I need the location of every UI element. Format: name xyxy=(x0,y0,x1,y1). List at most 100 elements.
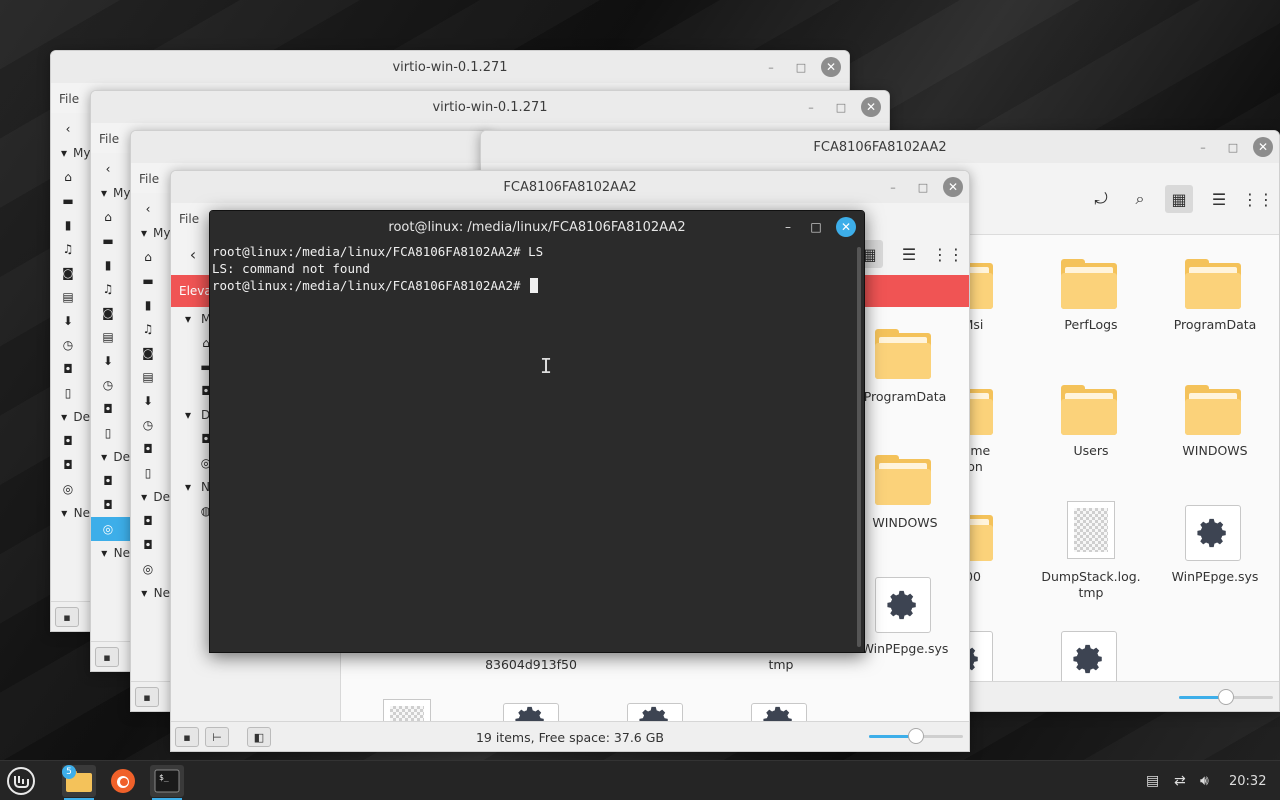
sidebar-item[interactable]: ◙ xyxy=(51,261,90,285)
sidebar-item[interactable]: ◙ xyxy=(91,301,130,325)
folder-icon[interactable] xyxy=(1061,259,1117,309)
back-button[interactable]: ‹ xyxy=(51,117,90,141)
folder-icon[interactable] xyxy=(875,329,931,379)
places-toggle-button[interactable]: ▪ xyxy=(135,687,159,707)
zoom-slider-handle[interactable] xyxy=(908,728,924,744)
system-file-icon[interactable] xyxy=(875,577,931,633)
sidebar-item[interactable]: ◘ xyxy=(91,469,130,493)
folder-icon[interactable] xyxy=(875,455,931,505)
sidebar-header: De xyxy=(73,410,90,424)
sidebar-item[interactable]: ◘ xyxy=(91,397,130,421)
zoom-slider-handle[interactable] xyxy=(1218,689,1234,705)
compact-view-button[interactable]: ⋮⋮ xyxy=(1242,185,1274,213)
folder-icon[interactable] xyxy=(1185,259,1241,309)
minimize-button[interactable]: – xyxy=(780,220,796,234)
compact-view-button[interactable]: ⋮⋮ xyxy=(932,240,964,268)
terminal-scrollbar[interactable] xyxy=(857,247,861,647)
sidebar-item[interactable]: ◘ xyxy=(51,357,90,381)
trash-icon: ▯ xyxy=(104,426,112,440)
sidebar-item-selected[interactable]: ◎ xyxy=(91,517,130,541)
file-label: PerfLogs xyxy=(1064,317,1118,332)
sidebar-item[interactable]: ▯ xyxy=(51,381,90,405)
sidebar-item[interactable]: ◘ xyxy=(131,533,170,557)
sidebar-item[interactable]: ⌂ xyxy=(51,165,90,189)
folder-icon[interactable] xyxy=(1185,385,1241,435)
network-disconnected-icon[interactable]: ⇄ xyxy=(1174,761,1186,800)
sidebar-item[interactable]: ▯ xyxy=(91,421,130,445)
sidebar-item[interactable]: ♫ xyxy=(91,277,130,301)
minimize-button[interactable]: – xyxy=(1193,137,1213,157)
close-button[interactable]: ✕ xyxy=(943,177,963,197)
sidebar-item[interactable]: ▬ xyxy=(51,189,90,213)
sidebar-item[interactable]: ▬ xyxy=(91,229,130,253)
clock[interactable]: 20:32 xyxy=(1229,761,1266,800)
sidebar-item[interactable]: ▬ xyxy=(131,269,170,293)
system-file-icon[interactable] xyxy=(1185,505,1241,561)
drive-icon: ◘ xyxy=(103,474,113,488)
places-toggle-button[interactable]: ▪ xyxy=(55,607,79,627)
sidebar-item[interactable]: ▮ xyxy=(91,253,130,277)
sidebar-item[interactable]: ⬇ xyxy=(91,349,130,373)
notes-icon[interactable]: ▤ xyxy=(1146,761,1159,800)
back-button[interactable]: ‹ xyxy=(91,157,130,181)
close-button[interactable]: ✕ xyxy=(821,57,841,77)
file-label: WinPEpge.sys xyxy=(1171,569,1259,584)
disc-icon: ◎ xyxy=(142,562,154,576)
search-icon[interactable]: ⌕ xyxy=(1126,185,1154,213)
menu-button[interactable] xyxy=(4,765,38,797)
maximize-button[interactable]: □ xyxy=(808,220,824,234)
maximize-button[interactable]: □ xyxy=(831,97,851,117)
sidebar-item[interactable]: ◷ xyxy=(91,373,130,397)
sidebar-item[interactable]: ♫ xyxy=(51,237,90,261)
close-button[interactable]: ✕ xyxy=(836,217,856,237)
places-toggle-button[interactable]: ▪ xyxy=(95,647,119,667)
sidebar-item[interactable]: ▯ xyxy=(131,461,170,485)
sidebar-item[interactable]: ▮ xyxy=(51,213,90,237)
sidebar-item[interactable]: ◘ xyxy=(131,509,170,533)
list-view-button[interactable]: ☰ xyxy=(1205,185,1233,213)
sidebar-item[interactable]: ▤ xyxy=(91,325,130,349)
terminal-window[interactable]: root@linux: /media/linux/FCA8106FA8102AA… xyxy=(209,210,865,653)
sidebar-item[interactable]: ⬇ xyxy=(51,309,90,333)
back-button[interactable]: ‹ xyxy=(179,240,207,268)
taskbar-files[interactable]: 5 xyxy=(62,765,96,800)
sidebar-item[interactable]: ◙ xyxy=(131,341,170,365)
minimize-button[interactable]: – xyxy=(761,57,781,77)
sidebar-item[interactable]: ◷ xyxy=(51,333,90,357)
sidebar-item[interactable]: ◘ xyxy=(51,429,90,453)
download-icon: ⬇ xyxy=(142,394,154,408)
back-button[interactable]: ‹ xyxy=(131,197,170,221)
sidebar-item[interactable]: ◘ xyxy=(51,453,90,477)
close-button[interactable]: ✕ xyxy=(861,97,881,117)
system-file-icon[interactable] xyxy=(1061,631,1117,687)
maximize-button[interactable]: □ xyxy=(1223,137,1243,157)
sidebar-item[interactable]: ▮ xyxy=(131,293,170,317)
icon-view-button[interactable]: ▦ xyxy=(1165,185,1193,213)
sidebar-item[interactable]: ♫ xyxy=(131,317,170,341)
sidebar-item[interactable]: ⌂ xyxy=(91,205,130,229)
sidebar-item[interactable]: ◷ xyxy=(131,413,170,437)
mouse-ibeam-cursor-icon: I xyxy=(540,354,553,378)
taskbar-firefox[interactable] xyxy=(106,765,140,797)
sidebar-item[interactable]: ▤ xyxy=(51,285,90,309)
sidebar-item[interactable]: ⌂ xyxy=(131,245,170,269)
document-icon: ▮ xyxy=(64,218,72,232)
open-terminal-icon[interactable]: ⤾ xyxy=(1087,185,1115,213)
minimize-button[interactable]: – xyxy=(801,97,821,117)
taskbar-terminal[interactable]: $_ xyxy=(150,765,184,800)
list-view-button[interactable]: ☰ xyxy=(895,240,923,268)
minimize-button[interactable]: – xyxy=(883,177,903,197)
sidebar-item[interactable]: ◘ xyxy=(131,437,170,461)
sidebar-item[interactable]: ▤ xyxy=(131,365,170,389)
maximize-button[interactable]: □ xyxy=(913,177,933,197)
close-button[interactable]: ✕ xyxy=(1253,137,1273,157)
volume-icon[interactable]: 🔊︎ xyxy=(1200,761,1209,800)
file-icon[interactable] xyxy=(1067,501,1115,559)
sidebar-item[interactable]: ◎ xyxy=(131,557,170,581)
sidebar-item[interactable]: ◎ xyxy=(51,477,90,501)
maximize-button[interactable]: □ xyxy=(791,57,811,77)
terminal-output[interactable]: root@linux:/media/linux/FCA8106FA8102AA2… xyxy=(212,243,852,652)
sidebar-item[interactable]: ⬇ xyxy=(131,389,170,413)
folder-icon[interactable] xyxy=(1061,385,1117,435)
sidebar-item[interactable]: ◘ xyxy=(91,493,130,517)
